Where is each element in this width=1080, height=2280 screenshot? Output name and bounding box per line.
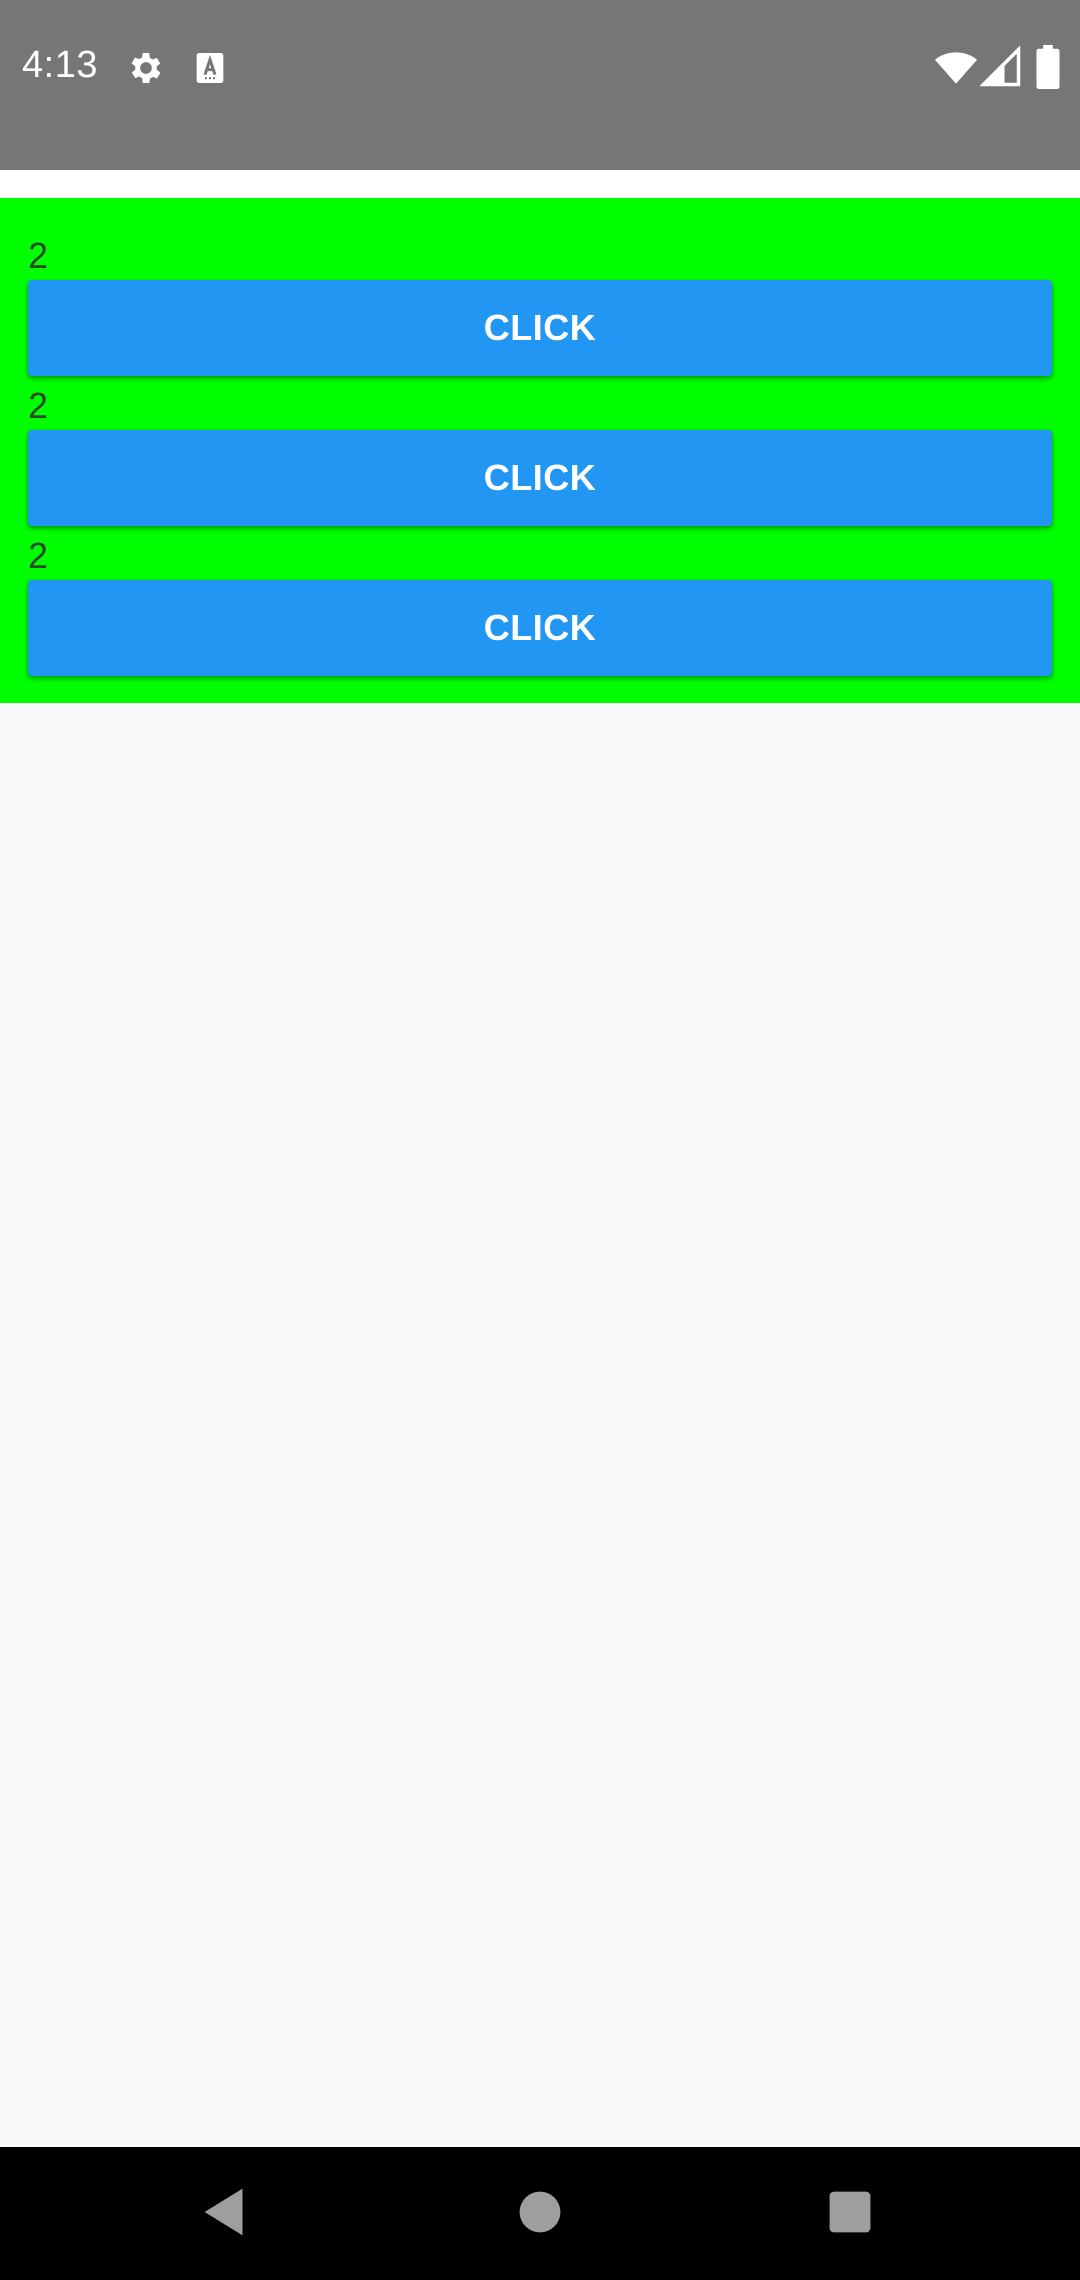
status-bar: 4:13: [0, 0, 1080, 170]
toolbar-spacer: [0, 170, 1080, 198]
wifi-icon: [934, 46, 978, 90]
recents-icon[interactable]: [815, 2177, 885, 2247]
click-button[interactable]: CLICK: [28, 430, 1052, 526]
item-list-panel: 2 CLICK 2 CLICK 2 CLICK: [0, 198, 1080, 703]
count-label: 2: [28, 385, 49, 426]
status-time: 4:13: [22, 44, 98, 86]
battery-icon: [1034, 44, 1062, 90]
text-a-icon: [190, 48, 230, 88]
count-label: 2: [28, 235, 49, 276]
navigation-bar: [0, 2147, 1080, 2280]
home-icon[interactable]: [505, 2177, 575, 2247]
app-screen: 4:13 2 CLICK 2 CLICK 2 CLICK: [0, 0, 1080, 2280]
back-icon[interactable]: [190, 2177, 260, 2247]
signal-icon: [979, 45, 1022, 88]
click-button[interactable]: CLICK: [28, 580, 1052, 676]
click-button[interactable]: CLICK: [28, 280, 1052, 376]
gear-icon: [126, 48, 166, 88]
count-label: 2: [28, 535, 49, 576]
